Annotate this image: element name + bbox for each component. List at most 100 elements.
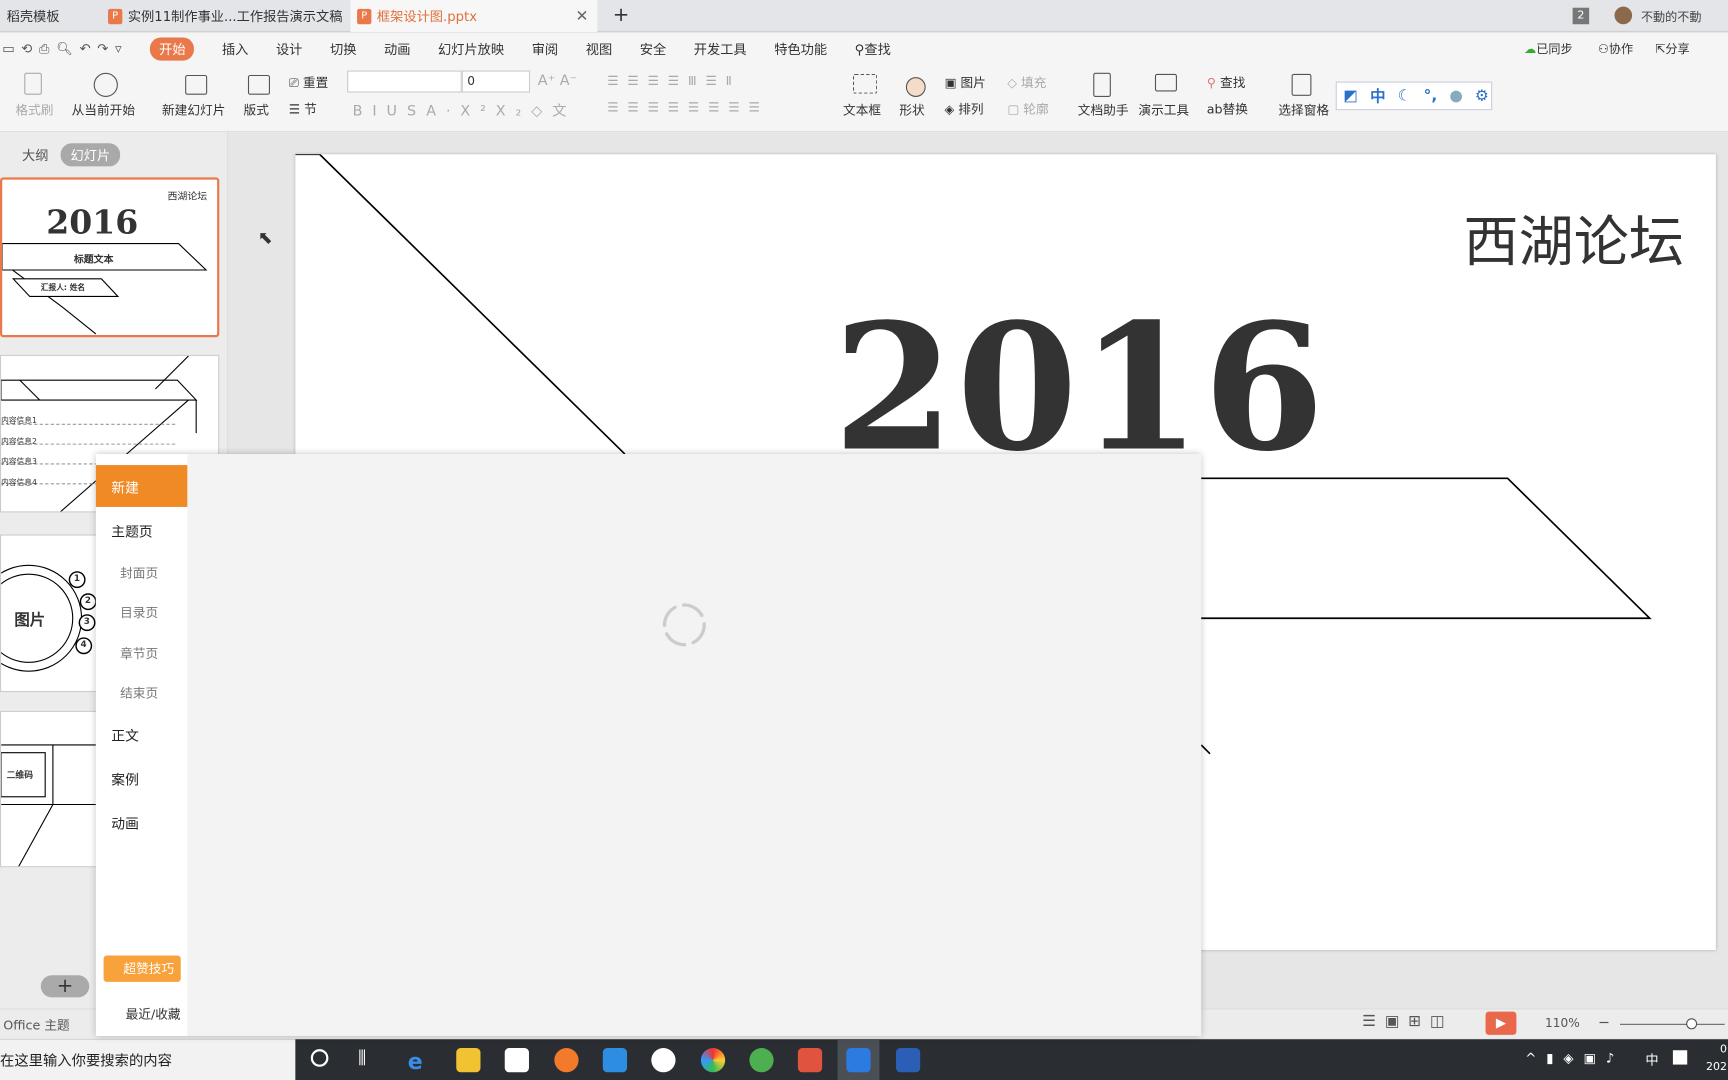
tab-active-document[interactable]: P 框架设计图.pptx ✕ [350,0,598,32]
menu-design[interactable]: 设计 [276,39,302,58]
system-tray-icons[interactable]: ^▮◈▣♪ [1525,1050,1624,1065]
avatar[interactable] [1614,6,1633,25]
task-view-icon[interactable]: ⫼ [358,1047,366,1069]
search-icon: ⚲ [854,41,865,57]
menu-animation[interactable]: 动画 [384,39,410,58]
dialog-item-animation[interactable]: 动画 [96,801,187,843]
new-slide-button[interactable]: 新建幻灯片 [162,101,225,119]
recent-favorites-link[interactable]: 最近/收藏 [126,1005,181,1023]
font-style-icons[interactable]: BIUSA·X²X₂◇文 [353,99,577,121]
dialog-item-new[interactable]: 新建 [95,465,188,507]
tab-outline[interactable]: 大纲 [22,145,48,164]
tips-button[interactable]: 超赞技巧 [103,955,181,982]
menu-security[interactable]: 安全 [640,39,666,58]
gear-icon[interactable]: ⚙ [1475,87,1489,105]
word-icon[interactable] [895,1048,921,1073]
chrome-icon[interactable] [700,1048,726,1073]
ime-logo-icon[interactable]: ◩ [1343,87,1358,105]
share-button[interactable]: ⇱分享 [1655,40,1689,58]
zoom-slider[interactable] [1619,1023,1725,1025]
doc-helper-button[interactable]: 文档助手 [1078,101,1129,119]
punctuation-icon[interactable]: °, [1424,87,1438,105]
view-mode-icons[interactable]: ☰▣⊞◫ [1362,1013,1453,1031]
menu-search[interactable]: ⚲查找 [855,39,891,58]
ppt-icon: P [107,8,123,24]
tab-slides[interactable]: 幻灯片 [60,143,121,167]
sogou-icon[interactable] [651,1048,676,1073]
ime-indicator[interactable]: 中 [1645,1050,1658,1069]
mail-icon[interactable] [602,1048,628,1073]
picture-button[interactable]: ▣ 图片 [944,74,985,92]
edge-icon[interactable]: e [408,1048,432,1074]
quick-access-icons[interactable]: ▭⟲⎙🔍︎↶↷▿ [2,40,128,57]
section-button[interactable]: ☰ 节 [289,100,317,118]
slide-title[interactable]: 西湖论坛 [1464,198,1684,277]
menu-features[interactable]: 特色功能 [774,39,827,58]
menu-developer[interactable]: 开发工具 [694,39,747,58]
font-grow-shrink-icons[interactable]: A⁺ A⁻ [538,73,577,90]
play-from-current-button[interactable]: 从当前开始 [72,101,135,119]
taskbar-search-input[interactable]: 在这里输入你要搜索的内容 [0,1039,296,1080]
menu-slideshow[interactable]: 幻灯片放映 [438,39,504,58]
paragraph-icons[interactable]: ☰☰☰☰Ⅲ☰Ⅱ [607,73,741,88]
outline-button[interactable]: ▢ 轮廓 [1007,100,1048,118]
textbox-button[interactable]: 文本框 [843,101,881,119]
shape-button[interactable]: 形状 [899,101,924,119]
menu-review[interactable]: 审阅 [532,39,558,58]
layout-button[interactable]: 版式 [244,101,269,119]
notification-icon[interactable] [1672,1050,1688,1065]
zoom-level[interactable]: 110% [1545,1016,1580,1030]
arrange-button[interactable]: ◈ 排列 [944,100,983,118]
user-name[interactable]: 不動的不動 [1641,8,1702,26]
dialog-item-toc[interactable]: 目录页 [96,592,187,634]
firefox-icon[interactable] [554,1048,579,1073]
new-tab-icon[interactable]: + [613,3,630,26]
cloud-icon: ☁ [1524,41,1537,57]
present-tools-button[interactable]: 演示工具 [1138,101,1189,119]
format-painter-button[interactable]: 格式刷 [15,101,53,119]
select-pane-button[interactable]: 选择窗格 [1278,101,1329,119]
font-size-select[interactable]: 0 [461,70,531,93]
ime-lang-toggle[interactable]: 中 [1370,85,1385,107]
ime-toolbar[interactable]: ◩ 中 ☾ °, ● ⚙ [1335,81,1493,111]
moon-icon[interactable]: ☾ [1398,87,1412,105]
clock[interactable]: 0 202 [1706,1041,1727,1076]
collab-button[interactable]: ⚇协作 [1598,40,1633,58]
slide-thumbnail-1[interactable]: 西湖论坛 2016 标题文本 汇报人: 姓名 [0,177,220,338]
menu-home[interactable]: 开始 [150,36,195,61]
store-icon[interactable] [504,1048,529,1073]
dialog-item-chapter[interactable]: 章节页 [96,633,187,675]
dialog-item-cover[interactable]: 封面页 [96,552,187,594]
close-tab-icon[interactable]: ✕ [576,7,589,25]
wps-icon [846,1048,871,1073]
align-icons[interactable]: ☰☰☰☰☰☰☰☰ [607,99,768,114]
user-icon[interactable]: ● [1449,87,1462,105]
menu-insert[interactable]: 插入 [222,39,248,58]
present-tools-icon [1154,73,1177,92]
replace-button[interactable]: ab替换 [1207,100,1248,118]
sync-button[interactable]: ☁已同步 [1524,40,1572,58]
zoom-out-button[interactable]: − [1598,1015,1610,1032]
dialog-item-cases[interactable]: 案例 [96,757,187,799]
find-button[interactable]: ⚲ 查找 [1207,74,1246,92]
app-c-icon[interactable] [797,1048,823,1073]
tab-docer[interactable]: 稻壳模板 [0,0,94,32]
fill-button[interactable]: ◇ 填充 [1007,74,1046,92]
menu-view[interactable]: 视图 [586,39,612,58]
play-slideshow-button[interactable]: ▶ [1485,1011,1517,1035]
file-explorer-icon[interactable] [456,1048,481,1073]
reset-button[interactable]: ⎚ 重置 [289,74,329,92]
window-count-badge[interactable]: 2 [1572,7,1590,25]
dialog-item-body[interactable]: 正文 [96,713,187,755]
menu-transition[interactable]: 切换 [330,39,356,58]
dialog-item-end[interactable]: 结束页 [96,672,187,714]
browser-icon[interactable] [749,1048,774,1073]
dialog-item-theme-pages[interactable]: 主题页 [96,509,187,551]
tab-document-1[interactable]: P 实例11制作事业...工作报告演示文稿 [101,0,346,32]
new-slide-icon [185,74,208,95]
add-slide-button[interactable]: + [40,975,90,998]
cortana-icon[interactable] [310,1049,329,1067]
zoom-slider-handle[interactable] [1686,1018,1698,1030]
font-name-select[interactable] [347,70,462,93]
wps-taskbar-item[interactable] [837,1039,880,1080]
